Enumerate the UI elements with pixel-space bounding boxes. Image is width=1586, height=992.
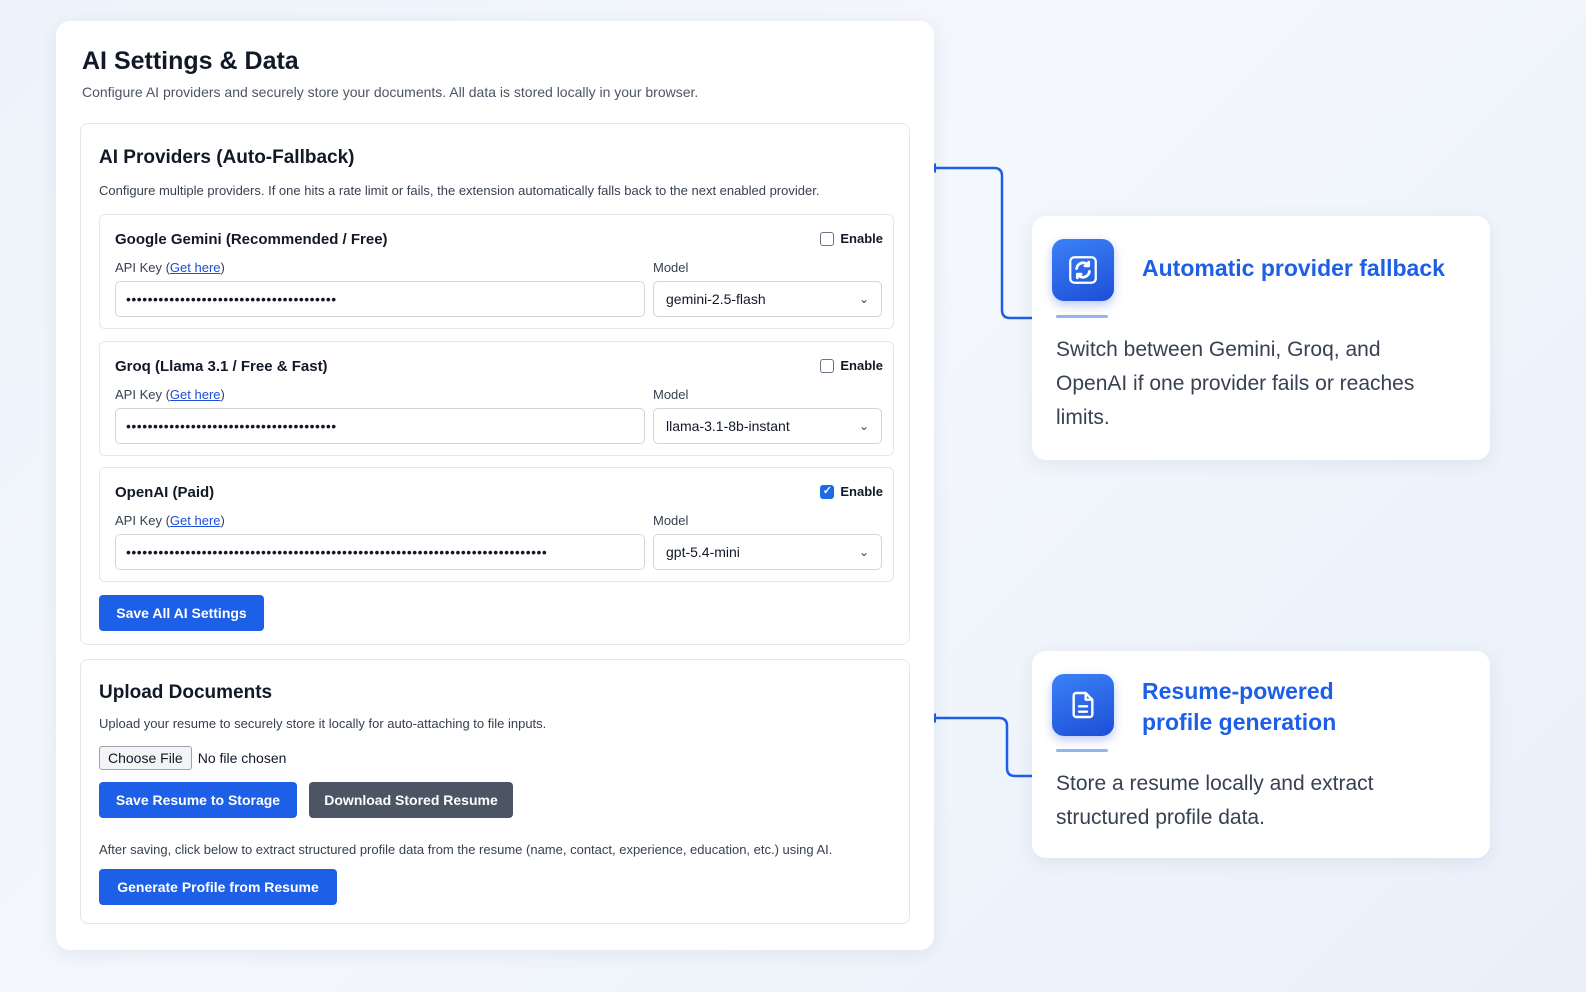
model-label: Model [653,387,689,402]
ai-providers-section: AI Providers (Auto-Fallback) Configure m… [80,123,910,645]
model-label: Model [653,513,689,528]
enable-label: Enable [840,484,883,499]
provider-card-groq: Groq (Llama 3.1 / Free & Fast) Enable AP… [99,341,894,456]
providers-section-description: Configure multiple providers. If one hit… [99,183,820,198]
api-key-label: API Key (Get here) [115,260,225,275]
chevron-down-icon: ⌄ [858,292,869,306]
model-select-value: gemini-2.5-flash [666,291,766,307]
api-key-input-openai[interactable]: ••••••••••••••••••••••••••••••••••••••••… [115,534,645,570]
page-subtitle: Configure AI providers and securely stor… [82,84,699,100]
generate-profile-button[interactable]: Generate Profile from Resume [99,869,337,905]
enable-label: Enable [840,358,883,373]
provider-card-openai: OpenAI (Paid) ✓ Enable API Key (Get here… [99,467,894,582]
callout-underline [1056,749,1108,752]
provider-name: Groq (Llama 3.1 / Free & Fast) [115,358,328,375]
upload-section-description: Upload your resume to securely store it … [99,716,547,731]
document-icon [1052,674,1114,736]
model-select-gemini[interactable]: gemini-2.5-flash ⌄ [653,281,882,317]
file-input: Choose File No file chosen [99,746,286,770]
model-select-value: gpt-5.4-mini [666,544,740,560]
provider-card-gemini: Google Gemini (Recommended / Free) Enabl… [99,214,894,329]
provider-name: Google Gemini (Recommended / Free) [115,231,388,248]
upload-section-title: Upload Documents [99,682,273,703]
callout-resume-profile: Resume-powered profile generation Store … [1032,651,1490,858]
enable-checkbox[interactable] [820,231,835,246]
api-key-label: API Key (Get here) [115,513,225,528]
enable-toggle-openai[interactable]: ✓ Enable [820,484,883,499]
save-ai-settings-button[interactable]: Save All AI Settings [99,595,264,631]
extract-note: After saving, click below to extract str… [99,842,833,857]
providers-section-title: AI Providers (Auto-Fallback) [99,147,355,168]
page-title: AI Settings & Data [82,47,299,75]
get-key-link-gemini[interactable]: Get here [170,260,221,275]
enable-toggle-groq[interactable]: Enable [820,358,883,373]
get-key-link-groq[interactable]: Get here [170,387,221,402]
upload-documents-section: Upload Documents Upload your resume to s… [80,659,910,924]
arrow-to-upload [926,713,1032,778]
enable-label: Enable [840,231,883,246]
callout-title: Resume-powered profile generation [1142,678,1337,735]
callout-provider-fallback: Automatic provider fallback Switch betwe… [1032,216,1490,460]
callout-title: Automatic provider fallback [1142,255,1445,281]
arrow-to-providers [926,163,1032,320]
file-status: No file chosen [197,750,287,766]
refresh-icon [1052,239,1114,301]
callout-text: Switch between Gemini, Groq, and OpenAI … [1056,338,1415,429]
enable-checkbox-checked[interactable]: ✓ [820,484,835,499]
choose-file-button[interactable]: Choose File [99,746,192,770]
get-key-link-openai[interactable]: Get here [170,513,221,528]
provider-name: OpenAI (Paid) [115,484,215,501]
api-key-label: API Key (Get here) [115,387,225,402]
model-select-value: llama-3.1-8b-instant [666,418,790,434]
model-label: Model [653,260,689,275]
chevron-down-icon: ⌄ [858,545,869,559]
model-select-openai[interactable]: gpt-5.4-mini ⌄ [653,534,882,570]
save-resume-button[interactable]: Save Resume to Storage [99,782,297,818]
chevron-down-icon: ⌄ [858,419,869,433]
settings-card: AI Settings & Data Configure AI provider… [56,21,934,950]
model-select-groq[interactable]: llama-3.1-8b-instant ⌄ [653,408,882,444]
download-resume-button[interactable]: Download Stored Resume [309,782,513,818]
callout-underline [1056,315,1108,318]
callout-text: Store a resume locally and extract struc… [1056,772,1374,829]
api-key-input-groq[interactable]: ••••••••••••••••••••••••••••••••••••••• [115,408,645,444]
enable-toggle-gemini[interactable]: Enable [820,231,883,246]
enable-checkbox[interactable] [820,358,835,373]
api-key-input-gemini[interactable]: ••••••••••••••••••••••••••••••••••••••• [115,281,645,317]
